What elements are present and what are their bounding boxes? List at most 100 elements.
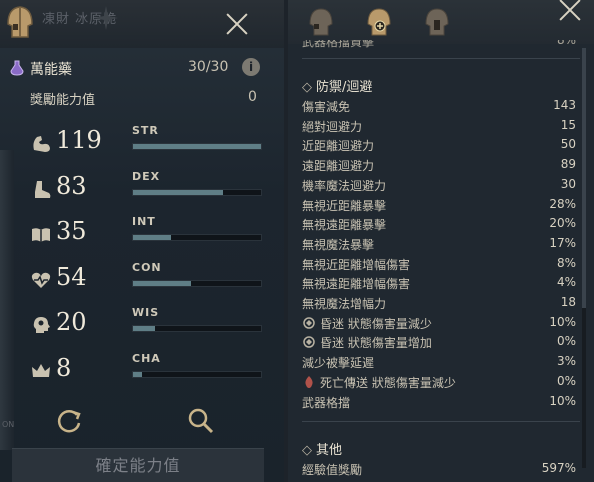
helmet-icon[interactable] <box>4 4 36 40</box>
stat-label: WIS <box>132 306 160 319</box>
stat-row-label: 遠距離迴避力 <box>302 159 375 174</box>
stun-icon <box>303 316 315 329</box>
stat-row-value: 10% <box>549 393 576 408</box>
edge-label: ON <box>2 420 15 429</box>
stat-row-value: 3% <box>556 354 576 369</box>
stat-row: 機率魔法迴避力 30 <box>302 175 576 195</box>
stat-row-label: 絕對迴避力 <box>302 119 363 134</box>
stat-bar <box>132 234 262 241</box>
stat-int: 35 INT <box>0 215 284 255</box>
tab-helmet-3[interactable] <box>422 6 452 38</box>
scrollbar-thumb[interactable] <box>582 48 586 308</box>
stat-row-value: 28% <box>549 196 576 211</box>
stat-label: STR <box>132 124 159 137</box>
diamond-icon: ◇ <box>302 80 312 95</box>
stat-bar-fill <box>133 280 191 286</box>
section-divider <box>302 421 580 423</box>
stat-row-label: 無視遠距離暴擊 <box>302 218 387 233</box>
stat-bar <box>132 188 262 196</box>
stat-row: 無視魔法暴擊 17% <box>302 234 576 254</box>
muscle-icon <box>33 136 50 152</box>
stat-value: 8 <box>56 353 72 382</box>
stat-row-label: 昏迷 狀態傷害量增加 <box>320 336 432 351</box>
stat-row-value: 8% <box>556 255 576 270</box>
stat-label: CHA <box>132 351 161 365</box>
stat-bar-fill <box>133 189 223 195</box>
confirm-stats-button[interactable]: 確定能力值 <box>12 448 264 482</box>
stat-row-value: 4% <box>556 275 576 290</box>
stat-row-value: 18 <box>560 295 576 309</box>
stat-row-label: 無視魔法增幅力 <box>302 297 387 311</box>
book-icon <box>32 228 50 242</box>
bonus-points-row: 獎勵能力值 0 <box>0 86 284 110</box>
stat-row-label: 無視遠距離增幅傷害 <box>302 277 411 292</box>
stat-row-label: 減少被擊延遲 <box>302 356 375 371</box>
search-icon[interactable] <box>184 404 218 438</box>
tab-helmet-active[interactable] <box>364 6 394 38</box>
bonus-points-label: 獎勵能力值 <box>30 93 96 108</box>
potion-row: 萬能藥 30/30 i <box>0 54 284 82</box>
stat-bar <box>132 370 262 378</box>
stat-row-value: 10% <box>549 314 576 329</box>
section-title: ◇ 其他 <box>302 439 342 458</box>
stat-row-value: 15 <box>560 117 576 132</box>
stat-row: 無視魔法增幅力 18 <box>302 293 576 313</box>
stat-row-value: 0% <box>556 334 576 349</box>
stat-row: 減少被擊延遲 3% <box>302 352 576 372</box>
stat-row-value: 143 <box>553 98 576 112</box>
stat-row: 無視近距離暴擊 28% <box>302 195 576 215</box>
stat-row: 昏迷 狀態傷害量減少 10% <box>302 313 576 333</box>
clipped-row-label: 武器格擋資擊 <box>302 40 375 49</box>
section-title-text: 防禦/迴避 <box>316 80 373 95</box>
stat-row-value: 597% <box>541 461 576 476</box>
stat-bar <box>132 325 262 332</box>
stat-value: 119 <box>56 126 102 154</box>
stat-str: 119 STR <box>0 124 284 164</box>
stats-panel: 凍財 冰原脆 萬能藥 30/30 i 獎勵能力值 0 ON 119 STR 83 DE… <box>0 0 284 482</box>
stat-bar-fill <box>133 371 142 377</box>
stat-value: 54 <box>56 262 87 291</box>
stat-cha: 8 CHA <box>0 352 284 392</box>
close-button[interactable] <box>223 10 251 38</box>
stat-label: INT <box>132 215 156 228</box>
stat-row-value: 20% <box>549 216 576 231</box>
details-panel: 武器格擋資擊 8% ◇ 防禦/迴避傷害減免 143 絕對迴避力 15 近距離迴避力 50 遠距… <box>288 0 594 482</box>
stat-row-label: 死亡傳送 狀態傷害量減少 <box>320 375 456 390</box>
stat-dex: 83 DEX <box>0 170 284 210</box>
clipped-row-value: 8% <box>556 40 576 47</box>
stat-row: 無視遠距離暴擊 20% <box>302 214 576 234</box>
stat-row-label: 武器格擋 <box>302 395 351 410</box>
stat-value: 83 <box>56 171 87 200</box>
scrollbar[interactable] <box>582 48 586 468</box>
stat-row: 昏迷 狀態傷害量增加 0% <box>302 332 576 352</box>
stat-row: 武器格擋 10% <box>302 392 576 412</box>
stat-row-value: 89 <box>560 157 576 172</box>
crown-icon <box>32 363 50 377</box>
stats-panel-header: 凍財 冰原脆 <box>0 0 284 48</box>
potion-count: 30/30 <box>188 59 229 75</box>
stat-row-value: 17% <box>549 235 576 250</box>
stat-row-label: 傷害減免 <box>302 100 351 114</box>
stat-row: 經驗值獎勵 597% <box>302 459 576 479</box>
stat-row-value: 50 <box>560 137 576 152</box>
stat-row-label: 無視近距離暴擊 <box>302 198 387 213</box>
tab-helmet-1[interactable] <box>306 6 336 38</box>
clipped-row: 武器格擋資擊 8% <box>302 40 576 52</box>
stat-row-label: 無視魔法暴擊 <box>302 237 375 252</box>
info-icon[interactable]: i <box>242 58 260 76</box>
stat-row-label: 近距離迴避力 <box>302 139 375 154</box>
section-title: ◇ 防禦/迴避 <box>302 76 372 95</box>
stat-row-label: 機率魔法迴避力 <box>302 178 387 193</box>
bonus-points-value: 0 <box>248 89 257 105</box>
close-details-button[interactable] <box>556 0 584 24</box>
compass-icon <box>94 6 118 30</box>
stat-row-label: 昏迷 狀態傷害量減少 <box>320 316 432 331</box>
stat-row-value: 30 <box>560 176 576 191</box>
stat-bar-fill <box>133 326 155 331</box>
refresh-button[interactable] <box>52 404 86 438</box>
stat-row: 無視遠距離增幅傷害 4% <box>302 273 576 293</box>
stat-label: CON <box>132 260 162 274</box>
stat-row: 近距離迴避力 50 <box>302 135 576 155</box>
stat-con: 54 CON <box>0 261 284 301</box>
stat-bar-fill <box>133 144 261 149</box>
